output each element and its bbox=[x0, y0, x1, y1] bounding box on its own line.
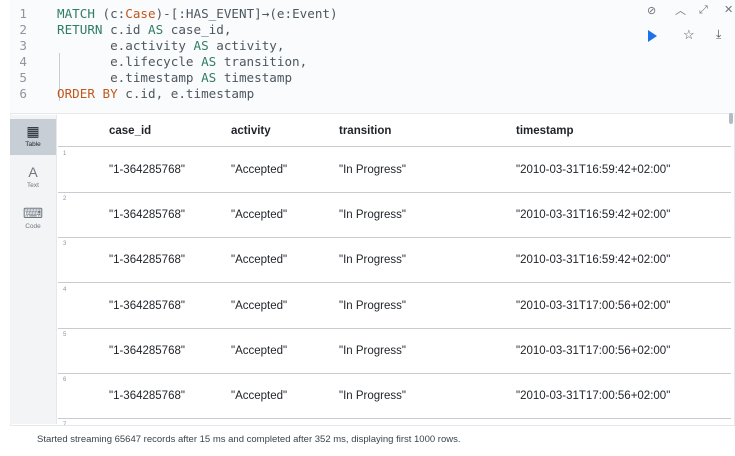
view-text[interactable]: A Text bbox=[10, 160, 56, 196]
table-header: case_id activity transition timestamp bbox=[58, 115, 731, 147]
cell-activity: "Accepted" bbox=[231, 390, 288, 402]
pin-icon[interactable]: ⊘ bbox=[647, 6, 656, 17]
code-token: e.lifecycle bbox=[57, 54, 202, 69]
code-text: RETURN c.id AS case_id, bbox=[57, 22, 231, 38]
line-number: 4 bbox=[19, 54, 27, 69]
cell-timestamp: "2010-03-31T17:00:56+02:00" bbox=[516, 344, 671, 357]
scrollbar[interactable] bbox=[729, 113, 733, 124]
cell-activity: "Accepted" bbox=[231, 344, 288, 357]
cell-timestamp: "2010-03-31T16:59:42+02:00" bbox=[516, 254, 671, 267]
code-text: MATCH (c:Case)-[:HAS_EVENT]→(e:Event) bbox=[57, 6, 338, 22]
query-editor[interactable]: 1 MATCH (c:Case)-[:HAS_EVENT]→(e:Event) 2 R… bbox=[10, 0, 735, 114]
code-token: RETURN bbox=[57, 22, 111, 37]
code-token: MATCH bbox=[57, 6, 103, 21]
code-token: activity, bbox=[216, 38, 285, 53]
play-icon[interactable] bbox=[648, 30, 657, 42]
code-token: transition, bbox=[223, 54, 308, 69]
column-header-transition[interactable]: transition bbox=[339, 125, 391, 137]
code-text: e.timestamp AS timestamp bbox=[57, 70, 292, 86]
cell-case-id: "1-364285768" bbox=[109, 344, 185, 357]
code-token: (c: bbox=[102, 6, 126, 21]
cell-case-id: "1-364285768" bbox=[109, 299, 185, 312]
cell-case-id: "1-364285768" bbox=[109, 254, 185, 267]
code-token: e.activity bbox=[57, 38, 194, 53]
code-token: Case bbox=[125, 6, 156, 21]
table-row[interactable]: 5 "1-364285768" "Accepted" "In Progress" "20… bbox=[58, 329, 731, 374]
cell-transition: "In Progress" bbox=[339, 344, 406, 357]
expand-icon[interactable]: ⤢ bbox=[699, 5, 708, 16]
row-number: 2 bbox=[63, 196, 67, 203]
column-header-activity[interactable]: activity bbox=[231, 125, 271, 137]
cell-transition: "In Progress" bbox=[339, 299, 406, 312]
text-icon: A bbox=[28, 164, 38, 180]
column-header-case-id[interactable]: case_id bbox=[109, 125, 151, 137]
cell-timestamp: "2010-03-31T16:59:42+02:00" bbox=[516, 164, 671, 176]
code-token: timestamp bbox=[223, 70, 293, 85]
view-switcher: ▦ Table A Text ⌨ Code bbox=[10, 115, 57, 424]
code-line[interactable]: 6 ORDER BY c.id, e.timestamp bbox=[10, 86, 610, 102]
view-label: Text bbox=[27, 182, 39, 189]
cell-activity: "Accepted" bbox=[231, 299, 288, 312]
status-bar: Started streaming 65647 records after 15… bbox=[10, 425, 735, 452]
table-row[interactable]: 3 "1-364285768" "Accepted" "In Progress" "20… bbox=[58, 238, 731, 284]
cell-transition: "In Progress" bbox=[339, 209, 406, 222]
code-token: e.timestamp bbox=[57, 70, 202, 85]
cell-case-id: "1-364285768" bbox=[109, 209, 185, 222]
code-token: c.id bbox=[110, 22, 148, 37]
cell-transition: "In Progress" bbox=[339, 164, 406, 176]
view-label: Code bbox=[25, 223, 41, 230]
code-line[interactable]: 2 RETURN c.id AS case_id, bbox=[10, 22, 610, 38]
code-token: case_id, bbox=[170, 22, 232, 37]
cell-transition: "In Progress" bbox=[339, 390, 406, 402]
table-row[interactable]: 2 "1-364285768" "Accepted" "In Progress" "20… bbox=[58, 193, 731, 239]
code-token: AS bbox=[201, 70, 224, 85]
line-number: 2 bbox=[19, 22, 27, 37]
cell-transition: "In Progress" bbox=[339, 254, 406, 267]
status-text: Started streaming 65647 records after 15… bbox=[37, 434, 461, 445]
line-number: 5 bbox=[19, 70, 27, 85]
table-row[interactable]: 1 "1-364285768" "Accepted" "In Progress" "20… bbox=[58, 148, 731, 193]
row-number: 3 bbox=[63, 241, 67, 248]
cell-case-id: "1-364285768" bbox=[109, 390, 185, 402]
cell-activity: "Accepted" bbox=[231, 164, 288, 176]
view-label: Table bbox=[25, 141, 41, 148]
download-icon[interactable]: ⤓ bbox=[716, 27, 721, 42]
row-number: 5 bbox=[63, 331, 67, 338]
column-header-timestamp[interactable]: timestamp bbox=[516, 125, 574, 137]
cell-activity: "Accepted" bbox=[231, 254, 288, 267]
code-text: e.activity AS activity, bbox=[57, 38, 284, 54]
row-number: 4 bbox=[63, 286, 67, 293]
cell-timestamp: "2010-03-31T16:59:42+02:00" bbox=[516, 209, 671, 222]
code-token: AS bbox=[148, 22, 171, 37]
code-text: ORDER BY c.id, e.timestamp bbox=[57, 86, 254, 102]
code-token: )-[:HAS_EVENT]→(e:Event) bbox=[155, 6, 338, 21]
code-token: c.id, e.timestamp bbox=[125, 86, 255, 101]
code-line[interactable]: 5 e.timestamp AS timestamp bbox=[10, 70, 610, 86]
row-number: 6 bbox=[63, 377, 67, 383]
code-line[interactable]: 1 MATCH (c:Case)-[:HAS_EVENT]→(e:Event) bbox=[10, 6, 610, 22]
code-icon: ⌨ bbox=[22, 205, 44, 221]
chevron-up-icon[interactable]: ︿ bbox=[675, 6, 686, 17]
star-icon[interactable]: ☆ bbox=[683, 27, 695, 43]
cell-activity: "Accepted" bbox=[231, 209, 288, 222]
code-line[interactable]: 4 e.lifecycle AS transition, bbox=[10, 54, 610, 70]
code-token: AS bbox=[201, 54, 224, 69]
table-row[interactable]: 4 "1-364285768" "Accepted" "In Progress" "20… bbox=[58, 284, 731, 329]
line-number: 3 bbox=[19, 38, 27, 53]
code-token: AS bbox=[193, 38, 217, 53]
line-number: 6 bbox=[19, 86, 27, 101]
cell-timestamp: "2010-03-31T17:00:56+02:00" bbox=[516, 390, 671, 402]
code-text: e.lifecycle AS transition, bbox=[57, 54, 307, 70]
close-icon[interactable]: ✕ bbox=[724, 5, 733, 16]
cell-timestamp: "2010-03-31T17:00:56+02:00" bbox=[516, 299, 671, 312]
code-token: ORDER BY bbox=[57, 86, 126, 101]
view-code[interactable]: ⌨ Code bbox=[10, 201, 56, 237]
code-line[interactable]: 3 e.activity AS activity, bbox=[10, 38, 610, 54]
line-number: 1 bbox=[19, 6, 27, 21]
row-number: 1 bbox=[63, 151, 67, 157]
cell-case-id: "1-364285768" bbox=[109, 164, 185, 176]
view-table[interactable]: ▦ Table bbox=[10, 119, 56, 155]
table-row[interactable]: 6 "1-364285768" "Accepted" "In Progress" "20… bbox=[58, 374, 731, 419]
table-icon: ▦ bbox=[26, 123, 40, 139]
